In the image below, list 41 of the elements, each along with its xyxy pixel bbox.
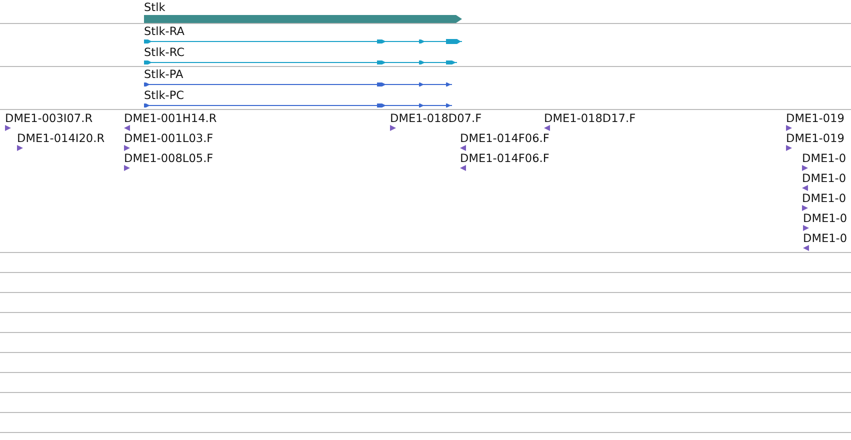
clone-marker[interactable] <box>124 165 130 171</box>
feature-label: DME1-018D17.F <box>544 112 636 125</box>
feature-label: DME1-001L03.F <box>124 132 214 145</box>
clone-marker[interactable] <box>460 165 466 171</box>
feature-label: DME1-014I20.R <box>17 132 105 145</box>
clone-marker[interactable] <box>802 165 808 171</box>
feature-label: DME1-001H14.R <box>124 112 217 125</box>
clone-marker[interactable] <box>786 145 792 151</box>
feature-label: DME1-003I07.R <box>5 112 93 125</box>
clone-marker[interactable] <box>786 125 792 131</box>
transcript-drawing[interactable] <box>144 59 457 66</box>
clone-marker[interactable] <box>5 125 11 131</box>
clone-marker[interactable] <box>802 205 808 211</box>
feature-label: Stlk-RC <box>144 46 185 59</box>
feature-label: DME1-0 <box>803 232 848 245</box>
clone-marker[interactable] <box>124 125 130 131</box>
feature-label: Stlk-PA <box>144 68 184 81</box>
feature-label: DME1-0 <box>802 152 846 165</box>
clone-marker[interactable] <box>17 145 23 151</box>
feature-label: DME1-018D07.F <box>390 112 482 125</box>
transcript-drawing[interactable] <box>144 38 462 45</box>
feature-label: DME1-0 <box>803 212 848 225</box>
clone-marker[interactable] <box>803 245 809 251</box>
clone-marker[interactable] <box>460 145 466 151</box>
feature-label: DME1-014F06.F <box>460 132 550 145</box>
clone-marker[interactable] <box>124 145 130 151</box>
feature-label: Stlk-RA <box>144 25 184 38</box>
feature-label: DME1-014F06.F <box>460 152 550 165</box>
transcript-drawing[interactable] <box>144 81 452 88</box>
feature-label: Stlk-PC <box>144 89 184 102</box>
clone-marker[interactable] <box>544 125 550 131</box>
feature-label: DME1-008L05.F <box>124 152 214 165</box>
clone-marker[interactable] <box>390 125 396 131</box>
clone-marker[interactable] <box>803 225 809 231</box>
feature-label: Stlk <box>144 1 166 14</box>
feature-label: DME1-0 <box>802 192 846 205</box>
transcript-drawing[interactable] <box>144 102 452 109</box>
feature-label: DME1-019 <box>786 132 844 145</box>
clone-marker[interactable] <box>802 185 808 191</box>
feature-label: DME1-0 <box>802 172 846 185</box>
feature-label: DME1-019 <box>786 112 844 125</box>
